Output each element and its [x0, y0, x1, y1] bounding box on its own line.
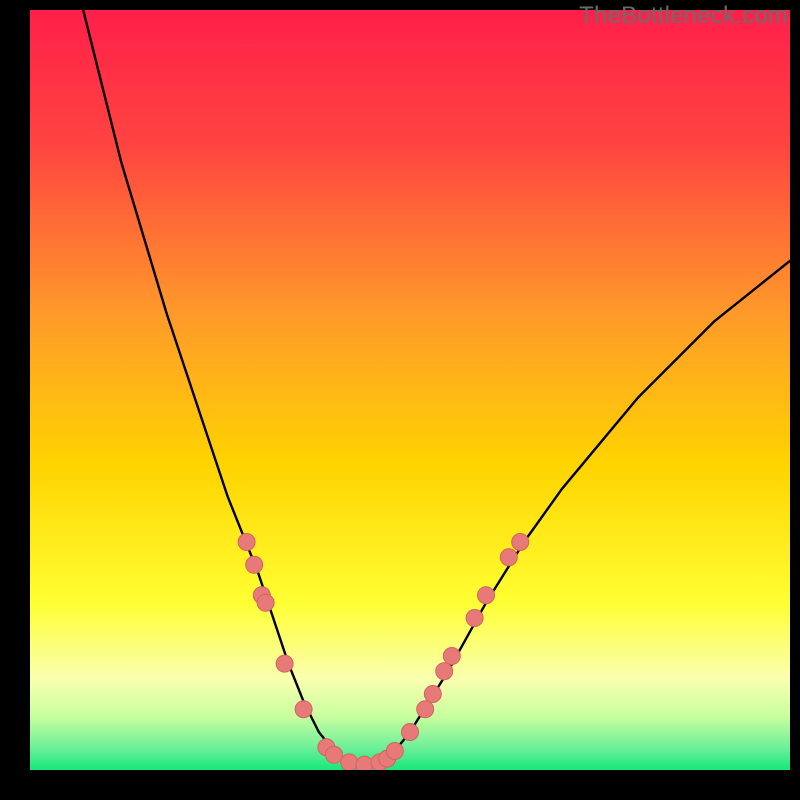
watermark-text: TheBottleneck.com — [579, 2, 788, 30]
data-dot — [402, 724, 419, 741]
data-dot — [443, 648, 460, 665]
data-dot — [326, 746, 343, 763]
data-dot — [295, 701, 312, 718]
data-dot — [424, 686, 441, 703]
data-dot — [356, 756, 373, 770]
chart-svg — [30, 10, 790, 770]
data-dot — [341, 754, 358, 770]
data-dot — [238, 534, 255, 551]
data-dot — [500, 549, 517, 566]
data-dot — [417, 701, 434, 718]
data-dot — [276, 655, 293, 672]
bottleneck-curve — [83, 10, 790, 766]
data-dot — [512, 534, 529, 551]
data-dot — [257, 594, 274, 611]
data-dots — [238, 534, 529, 771]
data-dot — [246, 556, 263, 573]
data-dot — [436, 663, 453, 680]
data-dot — [466, 610, 483, 627]
curve-path — [83, 10, 790, 766]
data-dot — [386, 743, 403, 760]
data-dot — [478, 587, 495, 604]
chart-frame — [30, 10, 790, 770]
